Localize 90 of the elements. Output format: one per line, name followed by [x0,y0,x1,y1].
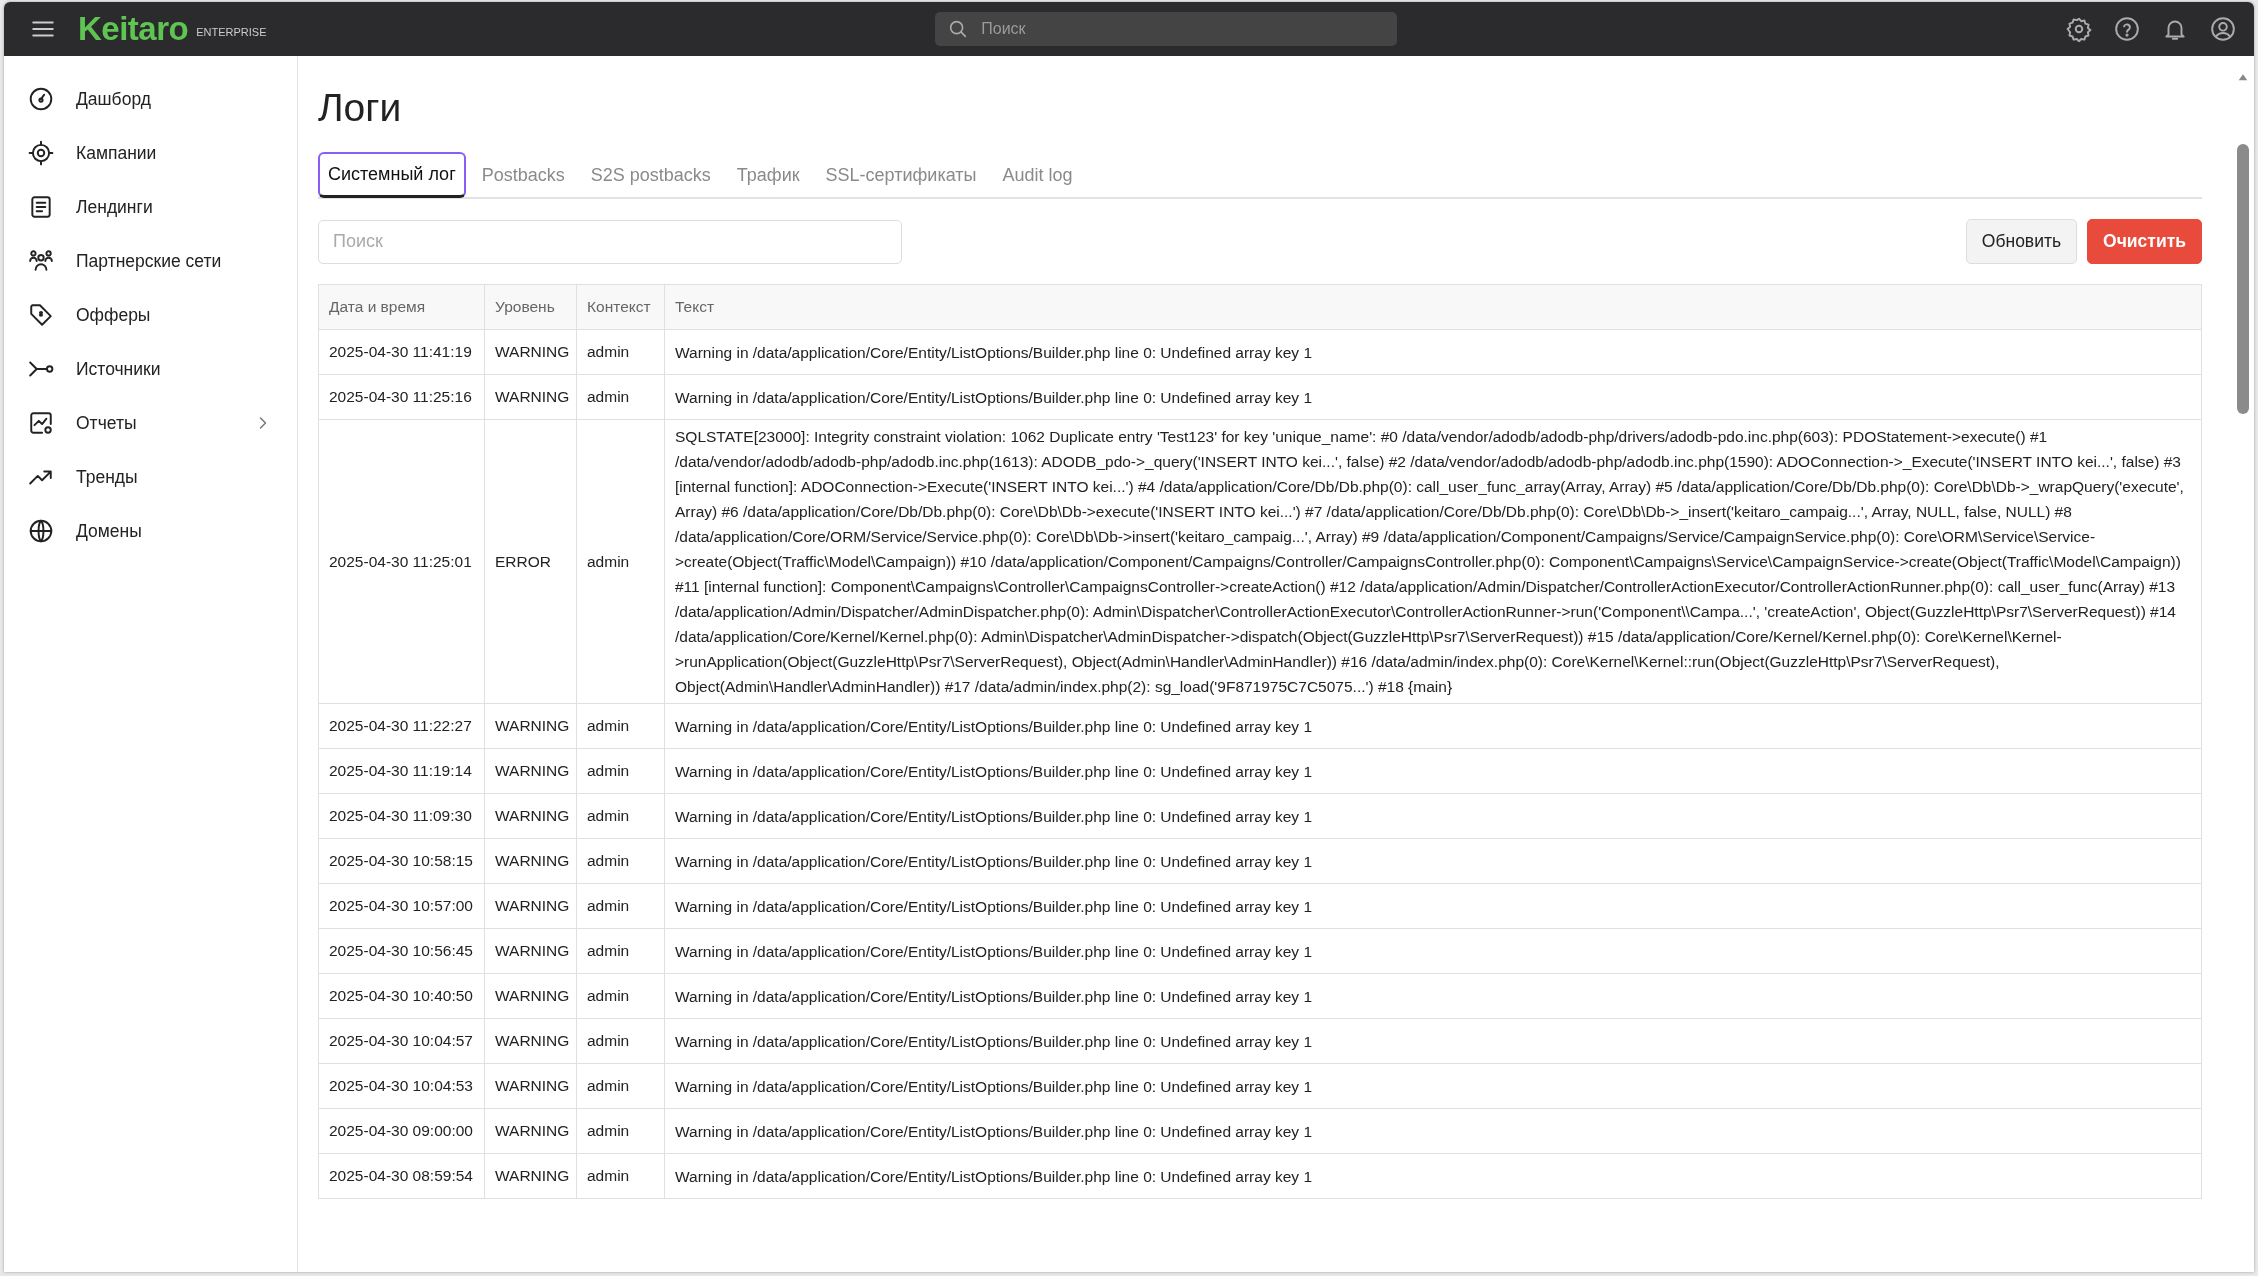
table-cell: 2025-04-30 10:40:50 [318,973,485,1019]
column-header[interactable]: Контекст [576,284,665,330]
table-cell: WARNING [484,374,577,420]
table-cell: admin [576,419,665,704]
table-cell: admin [576,883,665,929]
table-cell: admin [576,1018,665,1064]
column-header[interactable]: Дата и время [318,284,485,330]
table-cell: WARNING [484,838,577,884]
chart-gear-icon [28,410,54,436]
sidebar-item[interactable]: Источники [4,342,297,396]
table-cell: Warning in /data/application/Core/Entity/ListOptions/Builder.php line 0: Undefined array key 1 [664,1153,2202,1199]
search-field[interactable]: Поиск [318,219,902,264]
table-cell: Warning in /data/application/Core/Entity/ListOptions/Builder.php line 0: Undefined array key 1 [664,973,2202,1019]
table-cell: 2025-04-30 11:25:16 [318,374,485,420]
edition-label: ENTERPRISE [196,26,267,38]
user-icon[interactable] [2210,16,2236,42]
sidebar-item[interactable]: Домены [4,504,297,558]
search-field[interactable]: Поиск [935,12,1398,46]
column-header[interactable]: Уровень [484,284,577,330]
table-cell: 2025-04-30 08:59:54 [318,1153,485,1199]
table-cell: WARNING [484,1153,577,1199]
table-cell: SQLSTATE[23000]: Integrity constraint violation: 1062 Duplicate entry 'Test123' for key 'unique_name': #0 /data/vendor/adodb/adodb-php/drivers/adodb-pdo.inc.php(603): PDOStatement->execute() #1 /data/vendor/adodb/adodb-php/adodb.inc.php(1613): ADODB_pdo->_query('INSERT INTO kei...', false) #2 /data/vendor/adodb/adodb-php/adodb.inc.php(1590): ADOConnection->_Execute('INSERT INTO kei...', false) #3 [internal function]: ADOConnection->Execute('INSERT INTO kei...') #4 /data/application/Core/Db/Db.php(0): call_user_func_array(Array, Array) #5 /data/application/Core/Db/Db.php(0): Core\Db\Db->_wrapQuery('execute', Array) #6 /data/application/Core/Db/Db.php(0): Core\Db\Db->execute('INSERT INTO kei...') #7 /data/application/Core/Db/Db.php(0): Core\Db\Db->_insert('keitaro_campaig...', Array, NULL, false, NULL) #8 /data/application/Core/ORM/Service/Service.php(0): Core\Db\Db->insert('keitaro_campaig...', Array) #9 /data/application/Component/Campaigns/Service/CampaignService.php(0): Core\ORM\Service\Service->create(Object(Traffic\Model\Campaign)) #10 /data/application/Component/Campaigns/Controller/CampaignsController.php(0): Component\Campaigns\Service\CampaignService->create(Object(Traffic\Model\Campaign)) #11 [internal function]: Component\Campaigns\Controller\CampaignsController->createAction() #12 /data/application/Admin/Dispatcher/ControllerActionExecutor/ControllerActionRunner.php(0): call_user_func(Array) #13 /data/application/Admin/Dispatcher/AdminDispatcher.php(0): Admin\Dispatcher\ControllerActionExecutor\ControllerActionRunner->run('Component\\Campa...', 'createAction', Object(GuzzleHttp\Psr7\ServerRequest)) #14 /data/application/Core/Kernel/Kernel.php(0): Admin\Dispatcher\AdminDispatcher->dispatch(Object(GuzzleHttp\Psr7\ServerRequest)) #15 /data/application/Core/Kernel/Kernel.php(0): Core\Kernel\Kernel->runApplication(Object(GuzzleHttp\Psr7\ServerRequest), Object(Admin\Handler\AdminHandler)) #16 /data/admin/index.php(0): Core\Kernel\Kernel::run(Object(GuzzleHttp\Psr7\ServerRequest), Object(Admin\Handler\AdminHandler)) #17 /data/admin/index.php(2): sg_load('9F871975C7C5075...') #18 {main} [664,419,2202,704]
table-cell: Warning in /data/application/Core/Entity/ListOptions/Builder.php line 0: Undefined array key 1 [664,329,2202,375]
table-cell: admin [576,748,665,794]
table-cell: Warning in /data/application/Core/Entity/ListOptions/Builder.php line 0: Undefined array key 1 [664,1063,2202,1109]
table-cell: 2025-04-30 10:57:00 [318,883,485,929]
people-icon [28,248,54,274]
sidebar-item[interactable]: Отчеты [4,396,297,450]
settings-icon[interactable] [2066,16,2092,42]
table-cell: 2025-04-30 10:04:53 [318,1063,485,1109]
target-icon [28,140,54,166]
sidebar-item[interactable]: Офферы [4,288,297,342]
sidebar-item[interactable]: Кампании [4,126,297,180]
sidebar-item[interactable]: Партнерские сети [4,234,297,288]
table-cell: WARNING [484,1108,577,1154]
table-cell: Warning in /data/application/Core/Entity/ListOptions/Builder.php line 0: Undefined array key 1 [664,793,2202,839]
table-cell: Warning in /data/application/Core/Entity/ListOptions/Builder.php line 0: Undefined array key 1 [664,374,2202,420]
sidebar-item[interactable]: Тренды [4,450,297,504]
table-cell: Warning in /data/application/Core/Entity/ListOptions/Builder.php line 0: Undefined array key 1 [664,838,2202,884]
document-icon [28,194,54,220]
table-cell: 2025-04-30 11:19:14 [318,748,485,794]
table-cell: WARNING [484,928,577,974]
table-cell: admin [576,1063,665,1109]
table-cell: WARNING [484,703,577,749]
table-cell: admin [576,793,665,839]
tag-icon [28,302,54,328]
table-cell: WARNING [484,1018,577,1064]
table-cell: WARNING [484,748,577,794]
table-cell: admin [576,838,665,884]
table-cell: Warning in /data/application/Core/Entity/ListOptions/Builder.php line 0: Undefined array key 1 [664,1108,2202,1154]
table-cell: Warning in /data/application/Core/Entity/ListOptions/Builder.php line 0: Undefined array key 1 [664,883,2202,929]
table-cell: Warning in /data/application/Core/Entity/ListOptions/Builder.php line 0: Undefined array key 1 [664,928,2202,974]
tab[interactable]: S2S postbacks [580,152,721,198]
table-cell: WARNING [484,329,577,375]
table-cell: Warning in /data/application/Core/Entity/ListOptions/Builder.php line 0: Undefined array key 1 [664,703,2202,749]
table-cell: 2025-04-30 09:00:00 [318,1108,485,1154]
table-cell: 2025-04-30 11:22:27 [318,703,485,749]
refresh-button[interactable]: Обновить [1965,219,2078,264]
table-cell: WARNING [484,973,577,1019]
table-cell: admin [576,703,665,749]
table-cell: 2025-04-30 11:09:30 [318,793,485,839]
help-icon[interactable] [2114,16,2140,42]
tab[interactable]: Postbacks [471,152,575,198]
table-cell: admin [576,973,665,1019]
table-cell: Warning in /data/application/Core/Entity/ListOptions/Builder.php line 0: Undefined array key 1 [664,748,2202,794]
table-cell: WARNING [484,793,577,839]
scrollbar-thumb[interactable] [2237,144,2249,414]
table-cell: 2025-04-30 10:58:15 [318,838,485,884]
table-cell: 2025-04-30 11:25:01 [318,419,485,704]
tab[interactable]: Системный лог [318,152,466,198]
logo-text[interactable]: Keitaro [78,10,189,48]
table-cell: admin [576,1153,665,1199]
table-cell: admin [576,928,665,974]
table-cell: admin [576,374,665,420]
sidebar-item[interactable]: Дашборд [4,72,297,126]
table-cell: 2025-04-30 11:41:19 [318,329,485,375]
table-cell: admin [576,1108,665,1154]
page-title: Логи [318,86,403,130]
sidebar-item[interactable]: Лендинги [4,180,297,234]
clear-button[interactable]: Очистить [2087,219,2202,264]
column-header[interactable]: Текст [664,284,2202,330]
table-cell: 2025-04-30 10:56:45 [318,928,485,974]
table-cell: ERROR [484,419,577,704]
table-cell: Warning in /data/application/Core/Entity/ListOptions/Builder.php line 0: Undefined array key 1 [664,1018,2202,1064]
globe-icon [28,518,54,544]
table-cell: 2025-04-30 10:04:57 [318,1018,485,1064]
gauge-icon [28,86,54,112]
table-cell: WARNING [484,1063,577,1109]
table-cell: WARNING [484,883,577,929]
table-cell: admin [576,329,665,375]
